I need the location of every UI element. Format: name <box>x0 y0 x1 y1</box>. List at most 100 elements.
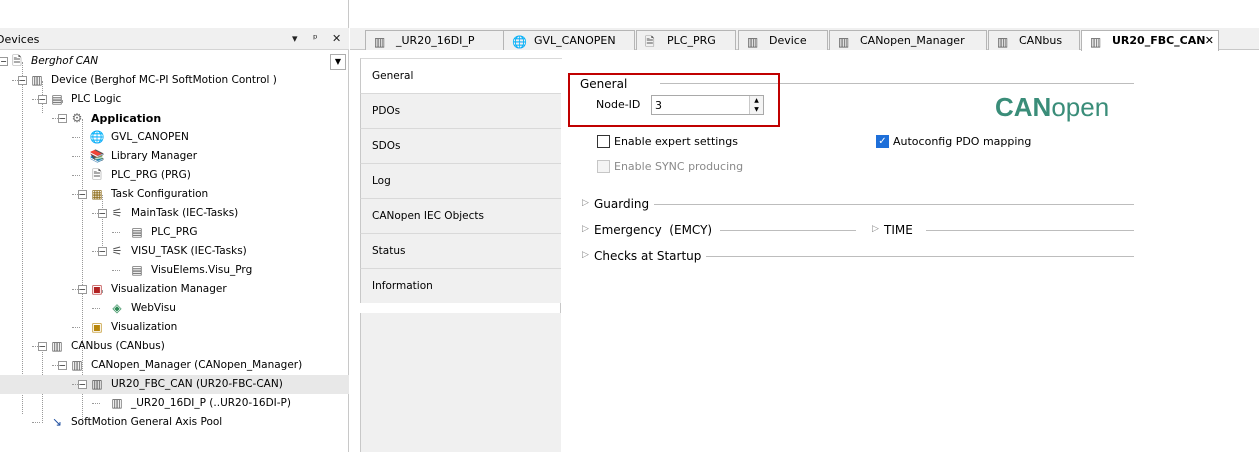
tree-node-label: Device (Berghof MC-PI SoftMotion Control… <box>51 74 277 86</box>
program-icon: 🗎 <box>645 35 655 49</box>
pou-call-icon: ▤ <box>131 225 143 239</box>
tree-node-label: WebVisu <box>131 302 176 314</box>
tree-branch-line <box>72 175 80 176</box>
tree-node[interactable]: − ⚟ VISU_TASK (IEC-Tasks) <box>0 242 349 261</box>
tree-branch-line <box>92 213 100 214</box>
tree-node-label: Library Manager <box>111 150 198 162</box>
side-tab[interactable]: CANopen IEC Objects <box>360 198 561 233</box>
tree-branch-line <box>32 99 40 100</box>
tree-node[interactable]: − ▥ CANbus (CANbus) <box>0 337 349 356</box>
enable-expert-settings-label: Enable expert settings <box>614 135 738 148</box>
canopen-manager-icon: ▥ <box>838 35 850 49</box>
checks-section-header[interactable]: Checks at Startup <box>594 249 701 263</box>
task-icon: ⚟ <box>111 244 123 258</box>
editor-tab[interactable]: ▥ _UR20_16DI_P <box>365 30 505 50</box>
tree-node-label: UR20_FBC_CAN (UR20-FBC-CAN) <box>111 378 283 390</box>
tree-node-label: CANbus (CANbus) <box>71 340 165 352</box>
tree-node[interactable]: − ⚙ Application <box>0 109 349 128</box>
editor-tab-label: CANbus <box>1019 34 1063 47</box>
tree-node[interactable]: ▤ VisuElems.Visu_Prg <box>0 261 349 280</box>
checks-expand-icon[interactable]: ▷ <box>582 250 589 260</box>
side-tab[interactable]: Information <box>360 268 561 303</box>
side-tabs-background <box>360 313 561 452</box>
module-icon: ▥ <box>91 377 103 391</box>
tree-node[interactable]: − 🗎 Berghof CAN <box>0 52 349 71</box>
task-config-icon: ▦ <box>91 187 103 201</box>
tree-branch-line <box>72 194 80 195</box>
canopen-logo: CANopen <box>995 92 1110 122</box>
tree-node[interactable]: − ▥ Device (Berghof MC-PI SoftMotion Contr… <box>0 71 349 90</box>
side-tab[interactable]: General <box>360 58 562 93</box>
visu-manager-icon: ▣ <box>91 282 103 296</box>
tree-node-label: GVL_CANOPEN <box>111 131 189 143</box>
tree-node-label: CANopen_Manager (CANopen_Manager) <box>91 359 303 371</box>
tree-node[interactable]: − ▥ UR20_FBC_CAN (UR20-FBC-CAN) <box>0 375 349 394</box>
close-panel-icon[interactable]: ✕ <box>332 32 341 45</box>
tree-node[interactable]: − ⚟ MainTask (IEC-Tasks) <box>0 204 349 223</box>
devices-panel: Devices ▾ ᵖ ✕ ▼ − 🗎 Berghof CAN − ▥ Device (B… <box>0 0 349 452</box>
time-section-header[interactable]: TIME <box>884 223 913 237</box>
time-expand-icon[interactable]: ▷ <box>872 224 879 234</box>
tree-node-label: PLC Logic <box>71 93 122 105</box>
side-tab[interactable]: PDOs <box>360 93 561 128</box>
tree-node[interactable]: ↘ SoftMotion General Axis Pool <box>0 413 349 432</box>
application-gear-icon: ⚙ <box>71 111 83 125</box>
tree-node[interactable]: ▣ Visualization <box>0 318 349 337</box>
tree-branch-line <box>112 232 120 233</box>
node-id-field[interactable]: ▲ ▼ <box>651 95 764 115</box>
tree-node-label: Berghof CAN <box>31 55 99 67</box>
autoconfig-pdo-label: Autoconfig PDO mapping <box>893 135 1032 148</box>
editor-tab[interactable]: 🗎 PLC_PRG <box>636 30 736 50</box>
tree-node[interactable]: − ▤ PLC Logic <box>0 90 349 109</box>
canopen-manager-icon: ▥ <box>71 358 83 372</box>
side-tab[interactable]: Status <box>360 233 561 268</box>
tree-node[interactable]: − ▣ Visualization Manager <box>0 280 349 299</box>
editor-tab[interactable]: ▥ CANbus <box>988 30 1080 50</box>
autoconfig-pdo-checkbox[interactable]: ✓ <box>876 135 889 148</box>
task-icon: ⚟ <box>111 206 123 220</box>
editor-tab-label: _UR20_16DI_P <box>396 34 475 47</box>
module-icon: ▥ <box>374 35 386 49</box>
tree-node[interactable]: 🌐 GVL_CANOPEN <box>0 128 349 147</box>
tree-branch-line <box>32 422 40 423</box>
editor-tab[interactable]: ▥ Device <box>738 30 828 50</box>
editor-tab[interactable]: 🌐 GVL_CANOPEN <box>503 30 635 50</box>
side-tab[interactable]: SDOs <box>360 128 561 163</box>
guarding-section-header[interactable]: Guarding <box>594 197 649 211</box>
pin-icon[interactable]: ᵖ <box>313 32 318 45</box>
side-tab[interactable]: Log <box>360 163 561 198</box>
spin-up-icon[interactable]: ▲ <box>749 96 763 105</box>
canbus-icon: ▥ <box>997 35 1009 49</box>
tree-node[interactable]: ◈ WebVisu <box>0 299 349 318</box>
tree-node[interactable]: ▤ PLC_PRG <box>0 223 349 242</box>
tree-node[interactable]: ▥ _UR20_16DI_P (..UR20-16DI-P) <box>0 394 349 413</box>
tree-node[interactable]: 📚 Library Manager <box>0 147 349 166</box>
tree-node-label: Task Configuration <box>111 188 209 200</box>
panel-menu-icon[interactable]: ▾ <box>292 32 298 45</box>
device-icon: ▥ <box>31 73 43 87</box>
enable-sync-producing-checkbox <box>597 160 610 173</box>
guarding-expand-icon[interactable]: ▷ <box>582 198 589 208</box>
tree-branch-line <box>52 118 60 119</box>
editor-tab[interactable]: ▥ UR20_FBC_CAN ✕ <box>1081 30 1219 51</box>
emergency-expand-icon[interactable]: ▷ <box>582 224 589 234</box>
collapse-icon[interactable]: − <box>0 57 8 66</box>
node-id-input[interactable] <box>652 96 748 114</box>
editor-tab-label: GVL_CANOPEN <box>534 34 616 47</box>
project-icon: 🗎 <box>12 54 22 68</box>
close-tab-icon[interactable]: ✕ <box>1205 31 1214 50</box>
tree-branch-line <box>12 80 20 81</box>
tree-node-label: Application <box>91 112 162 125</box>
emergency-section-header[interactable]: Emergency (EMCY) <box>594 223 712 237</box>
module-icon: ▥ <box>1090 35 1102 49</box>
spin-down-icon[interactable]: ▼ <box>749 105 763 114</box>
visualization-icon: ▣ <box>91 320 103 334</box>
tree-branch-line <box>32 346 40 347</box>
tree-node[interactable]: − ▦ Task Configuration <box>0 185 349 204</box>
tree-node[interactable]: − ▥ CANopen_Manager (CANopen_Manager) <box>0 356 349 375</box>
editor-tab[interactable]: ▥ CANopen_Manager <box>829 30 987 50</box>
tree-node[interactable]: 🗎 PLC_PRG (PRG) <box>0 166 349 185</box>
enable-expert-settings-checkbox[interactable] <box>597 135 610 148</box>
devices-panel-title: Devices <box>0 33 40 46</box>
tree-branch-line <box>52 365 60 366</box>
